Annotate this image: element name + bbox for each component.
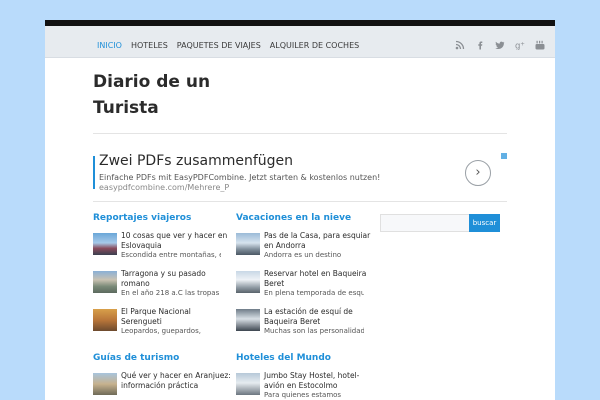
advertisement[interactable]: Zwei PDFs zusammenfügen Einfache PDFs mi… <box>93 153 509 195</box>
article-title[interactable]: Jumbo Stay Hostel, hotel-avión en Estoco… <box>264 371 374 391</box>
nav-item-inicio[interactable]: INICIO <box>97 41 122 50</box>
nav-item-paquetes[interactable]: PAQUETES DE VIAJES <box>177 41 261 50</box>
article-title[interactable]: Qué ver y hacer en Aranjuez: información… <box>121 371 231 391</box>
article-thumbnail[interactable] <box>93 373 117 395</box>
nav-item-alquiler[interactable]: ALQUILER DE COCHES <box>270 41 359 50</box>
list-item[interactable]: La estación de esquí de Baqueira Beret M… <box>236 307 364 337</box>
search-input[interactable] <box>380 214 472 232</box>
list-item[interactable]: Reservar hotel en Baqueira Beret En plen… <box>236 269 366 299</box>
chevron-right-icon[interactable]: › <box>465 160 491 186</box>
site-title-line1: Diario de un <box>93 72 211 92</box>
article-excerpt: Leopardos, guepardos, <box>121 327 201 335</box>
article-excerpt: Andorra es un destino <box>264 251 342 259</box>
list-item[interactable]: Pas de la Casa, para esquiar en Andorra … <box>236 231 370 261</box>
article-thumbnail[interactable] <box>236 373 260 395</box>
ad-divider <box>93 201 507 202</box>
youtube-icon[interactable] <box>535 40 545 50</box>
list-item[interactable]: Qué ver y hacer en Aranjuez: información… <box>93 371 231 400</box>
article-title[interactable]: Pas de la Casa, para esquiar en Andorra <box>264 231 374 251</box>
site-title-line2: Turista <box>93 98 159 118</box>
article-title[interactable]: El Parque Nacional Serengueti <box>121 307 231 327</box>
article-title[interactable]: 10 cosas que ver y hacer en Eslovaquia <box>121 231 231 251</box>
header-divider <box>93 133 507 134</box>
article-excerpt: Escondida entre montañas, en <box>121 251 221 259</box>
article-title[interactable]: La estación de esquí de Baqueira Beret <box>264 307 374 327</box>
social-links: g + <box>455 40 545 52</box>
googleplus-icon[interactable]: g + <box>515 40 525 52</box>
ad-accent-bar <box>93 156 95 189</box>
article-thumbnail[interactable] <box>93 233 117 255</box>
nav-menu: INICIO HOTELES PAQUETES DE VIAJES ALQUIL… <box>97 41 359 50</box>
article-title[interactable]: Reservar hotel en Baqueira Beret <box>264 269 374 289</box>
article-title[interactable]: Tarragona y su pasado romano <box>121 269 231 289</box>
ad-description: Einfache PDFs mit EasyPDFCombine. Jetzt … <box>99 173 381 182</box>
page-container: INICIO HOTELES PAQUETES DE VIAJES ALQUIL… <box>45 20 555 400</box>
ad-info-icon[interactable] <box>501 153 507 159</box>
section-title-reportajes[interactable]: Reportajes viajeros <box>93 213 191 223</box>
list-item[interactable]: Tarragona y su pasado romano En el año 2… <box>93 269 221 299</box>
ad-url[interactable]: easypdfcombine.com/Mehrere_PDF <box>99 183 229 192</box>
article-excerpt: Muchas son las personalidades <box>264 327 364 335</box>
article-excerpt: En plena temporada de esquí en <box>264 289 364 297</box>
twitter-icon[interactable] <box>495 40 505 50</box>
ad-title[interactable]: Zwei PDFs zusammenfügen <box>99 153 293 169</box>
search-button[interactable]: buscar <box>469 214 500 232</box>
article-excerpt: En el año 218 a.C las tropas <box>121 289 220 297</box>
section-title-hoteles[interactable]: Hoteles del Mundo <box>236 353 331 363</box>
site-title[interactable]: Diario de un Turista <box>93 69 253 121</box>
section-title-nieve[interactable]: Vacaciones en la nieve <box>236 213 351 223</box>
nav-item-hoteles[interactable]: HOTELES <box>131 41 168 50</box>
article-thumbnail[interactable] <box>93 309 117 331</box>
section-title-guias[interactable]: Guías de turismo <box>93 353 179 363</box>
list-item[interactable]: El Parque Nacional Serengueti Leopardos,… <box>93 307 221 337</box>
article-thumbnail[interactable] <box>236 309 260 331</box>
rss-icon[interactable] <box>455 40 465 50</box>
article-thumbnail[interactable] <box>93 271 117 293</box>
list-item[interactable]: Jumbo Stay Hostel, hotel-avión en Estoco… <box>236 371 364 400</box>
article-excerpt: Para quienes estamos <box>264 391 342 399</box>
facebook-icon[interactable] <box>475 40 485 50</box>
main-navigation: INICIO HOTELES PAQUETES DE VIAJES ALQUIL… <box>45 26 555 58</box>
article-thumbnail[interactable] <box>236 271 260 293</box>
list-item[interactable]: 10 cosas que ver y hacer en Eslovaquia E… <box>93 231 227 261</box>
svg-text:+: + <box>520 42 525 48</box>
article-thumbnail[interactable] <box>236 233 260 255</box>
